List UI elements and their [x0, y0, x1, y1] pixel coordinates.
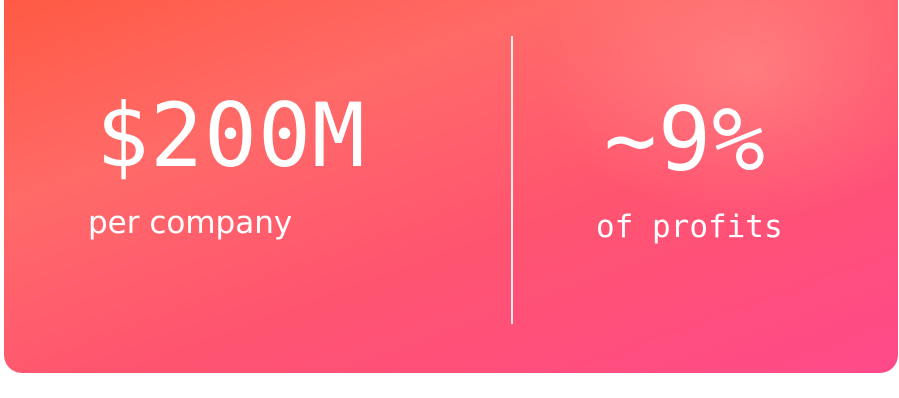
- stat-divider: [511, 36, 513, 324]
- stat-caption: per company: [88, 205, 293, 241]
- stat-caption: of profits: [596, 209, 783, 245]
- stat-value: ~9%: [604, 88, 766, 191]
- stats-card: $200M per company ~9% of profits: [4, 0, 898, 373]
- stat-value: $200M: [96, 84, 366, 187]
